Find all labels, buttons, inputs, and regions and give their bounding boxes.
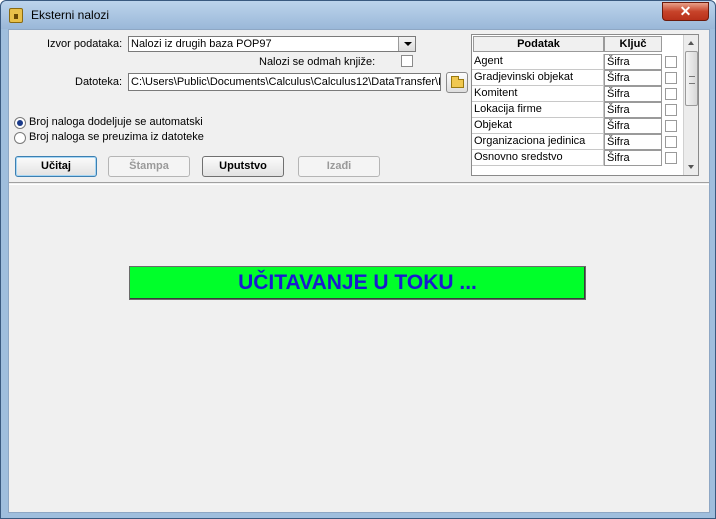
- scroll-up-arrow-icon[interactable]: [684, 35, 698, 50]
- exit-button[interactable]: Izađi: [298, 156, 380, 177]
- table-row[interactable]: Osnovno sredstvo Šifra: [472, 150, 682, 166]
- grid-row-checkbox[interactable]: [665, 104, 677, 116]
- app-window: Eksterni nalozi ✕ Izvor podataka: Nalozi…: [0, 0, 716, 519]
- grid-cell-kljuc[interactable]: Šifra: [604, 70, 662, 86]
- post-immediately-checkbox[interactable]: [401, 55, 413, 67]
- file-path-value: C:\Users\Public\Documents\Calculus\Calcu…: [131, 76, 441, 88]
- section-divider: [9, 182, 709, 185]
- grid-row-checkbox[interactable]: [665, 72, 677, 84]
- grid-cell-kljuc[interactable]: Šifra: [604, 86, 662, 102]
- source-select-value: Nalozi iz drugih baza POP97: [131, 38, 272, 50]
- grid-cell-podatak: Lokacija firme: [472, 102, 604, 118]
- browse-folder-button[interactable]: [446, 72, 468, 93]
- radio-number-auto[interactable]: [14, 117, 26, 129]
- grid-vertical-scrollbar[interactable]: [683, 35, 698, 175]
- close-button[interactable]: ✕: [662, 2, 709, 21]
- scroll-thumb[interactable]: [685, 51, 698, 106]
- source-label: Izvor podataka:: [47, 38, 123, 50]
- table-row[interactable]: Komitent Šifra: [472, 86, 682, 102]
- title-bar[interactable]: Eksterni nalozi ✕: [1, 1, 715, 29]
- radio-number-auto-label[interactable]: Broj naloga dodeljuje se automatski: [29, 116, 203, 128]
- grid-cell-podatak: Gradjevinski objekat: [472, 70, 604, 86]
- grid-cell-kljuc[interactable]: Šifra: [604, 134, 662, 150]
- table-row[interactable]: Gradjevinski objekat Šifra: [472, 70, 682, 86]
- grid-header-kljuc: Ključ: [604, 36, 662, 52]
- app-lock-icon: [9, 8, 23, 23]
- client-area: Izvor podataka: Nalozi iz drugih baza PO…: [8, 29, 710, 513]
- grid-cell-podatak: Komitent: [472, 86, 604, 102]
- print-button[interactable]: Štampa: [108, 156, 190, 177]
- grid-cell-podatak: Osnovno sredstvo: [472, 150, 604, 166]
- grid-row-checkbox[interactable]: [665, 120, 677, 132]
- grid-cell-kljuc[interactable]: Šifra: [604, 118, 662, 134]
- grid-cell-kljuc[interactable]: Šifra: [604, 54, 662, 70]
- scroll-down-arrow-icon[interactable]: [684, 160, 698, 175]
- grid-cell-podatak: Agent: [472, 54, 604, 70]
- file-path-input[interactable]: C:\Users\Public\Documents\Calculus\Calcu…: [128, 73, 441, 91]
- grid-cell-podatak: Organizaciona jedinica: [472, 134, 604, 150]
- table-row[interactable]: Objekat Šifra: [472, 118, 682, 134]
- grid-row-checkbox[interactable]: [665, 152, 677, 164]
- folder-icon: [451, 76, 464, 88]
- grid-row-checkbox[interactable]: [665, 88, 677, 100]
- radio-number-from-file-label[interactable]: Broj naloga se preuzima iz datoteke: [29, 131, 204, 143]
- window-title: Eksterni nalozi: [31, 8, 110, 22]
- table-row[interactable]: Lokacija firme Šifra: [472, 102, 682, 118]
- instructions-button[interactable]: Uputstvo: [202, 156, 284, 177]
- grid-row-checkbox[interactable]: [665, 136, 677, 148]
- table-row[interactable]: Organizaciona jedinica Šifra: [472, 134, 682, 150]
- radio-number-from-file[interactable]: [14, 132, 26, 144]
- loading-status-banner: UČITAVANJE U TOKU ...: [129, 266, 586, 300]
- source-select[interactable]: Nalozi iz drugih baza POP97: [128, 36, 416, 52]
- file-label: Datoteka:: [75, 76, 123, 88]
- grid-row-checkbox[interactable]: [665, 56, 677, 68]
- grid-header-podatak: Podatak: [473, 36, 604, 52]
- load-button[interactable]: Učitaj: [15, 156, 97, 177]
- chevron-down-icon[interactable]: [398, 37, 415, 51]
- table-row[interactable]: Agent Šifra: [472, 54, 682, 70]
- key-mapping-grid: Podatak Ključ Agent Šifra Gradjevinski o…: [471, 34, 699, 176]
- post-immediately-label: Nalozi se odmah knjiže:: [259, 56, 376, 68]
- grid-cell-podatak: Objekat: [472, 118, 604, 134]
- grid-cell-kljuc[interactable]: Šifra: [604, 102, 662, 118]
- grid-cell-kljuc[interactable]: Šifra: [604, 150, 662, 166]
